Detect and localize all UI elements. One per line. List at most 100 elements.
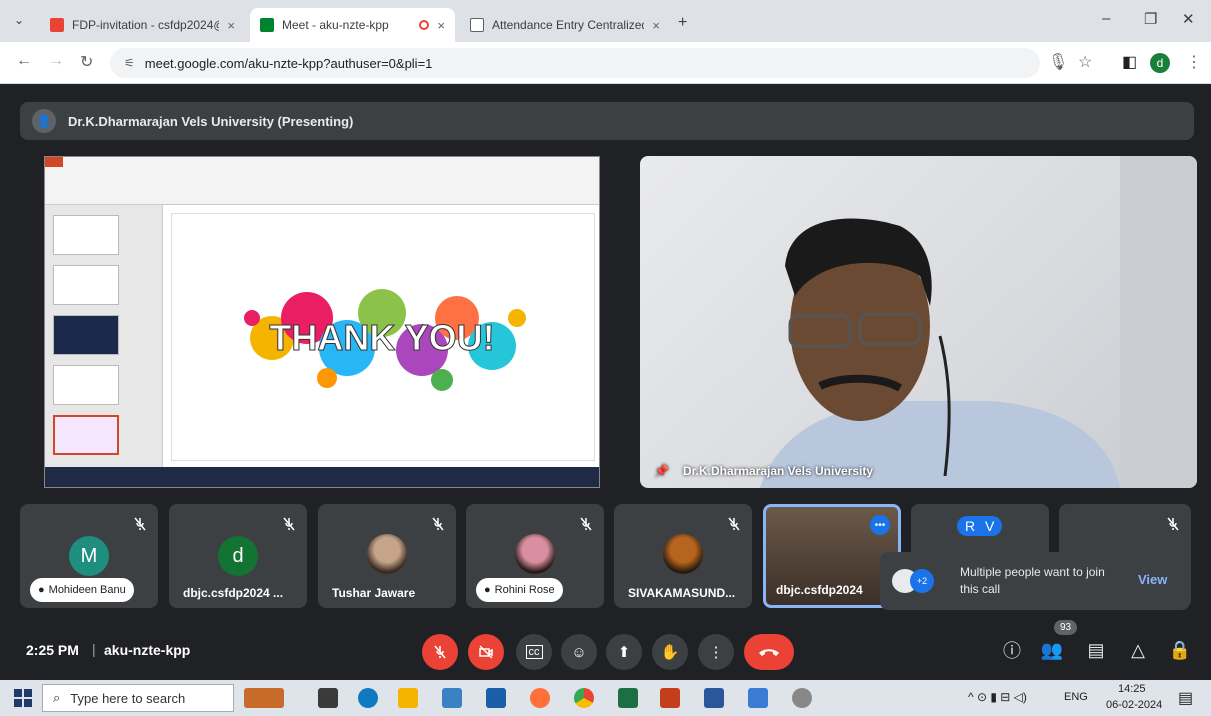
site-settings-icon[interactable]: ⚟ (124, 56, 135, 70)
chrome-icon[interactable] (574, 688, 594, 708)
close-window-icon[interactable]: ✕ (1182, 10, 1195, 28)
excel-icon[interactable] (618, 688, 638, 708)
reload-icon[interactable]: ↻ (80, 52, 93, 72)
menu-icon[interactable]: ⋮ (1186, 52, 1202, 72)
meeting-info-icon[interactable]: ⓘ (1000, 638, 1024, 662)
tab-attendance[interactable]: Attendance Entry Centralized × (460, 8, 670, 42)
app-icon[interactable] (792, 688, 812, 708)
forward-icon[interactable]: → (48, 52, 64, 70)
firefox-icon[interactable] (530, 688, 550, 708)
activities-icon[interactable]: △ (1126, 638, 1150, 662)
powerpoint-icon[interactable] (660, 688, 680, 708)
mic-toggle-button[interactable] (422, 634, 458, 670)
more-options-button[interactable]: ⋮ (698, 634, 734, 670)
tab-gmail[interactable]: FDP-invitation - csfdp2024@g × (40, 8, 245, 42)
end-call-icon (759, 649, 779, 656)
chat-icon[interactable]: ▤ (1084, 638, 1108, 662)
taskbar-search[interactable]: ⌕ Type here to search (42, 684, 234, 712)
paint-icon[interactable] (748, 688, 768, 708)
shared-taskbar (45, 467, 599, 487)
presenter-avatar: 👤 (32, 109, 56, 133)
current-slide: THANK YOU! (171, 213, 595, 461)
participant-count-badge: 93 (1054, 620, 1078, 635)
captions-button[interactable]: cc (516, 634, 552, 670)
word-icon[interactable] (704, 688, 724, 708)
participant-name-pill: ● Mohideen Banu (30, 578, 134, 602)
reactions-button[interactable]: ☺ (561, 634, 597, 670)
mic-off-icon (728, 517, 740, 531)
popup-message: Multiple people want to join this call (960, 565, 1105, 596)
clock-date[interactable]: 06-02-2024 (1106, 699, 1162, 711)
search-placeholder: Type here to search (70, 690, 186, 706)
system-tray-icons[interactable]: ^ ⊙ ▮ ⊟ ◁) (968, 690, 1027, 704)
participant-photo (367, 534, 407, 574)
slide-thumbnails (45, 205, 163, 467)
participant-tile[interactable]: SIVAKAMASUND... (614, 504, 752, 608)
host-controls-icon[interactable]: 🔒 (1168, 638, 1192, 662)
task-view-icon[interactable] (318, 688, 338, 708)
present-button[interactable]: ⬆ (606, 634, 642, 670)
presenter-bar: 👤 Dr.K.Dharmarajan Vels University (Pres… (20, 102, 1194, 140)
presenting-label: Dr.K.Dharmarajan Vels University (Presen… (68, 113, 354, 129)
new-tab-button[interactable]: + (678, 14, 687, 32)
recording-icon (419, 20, 430, 30)
restore-icon[interactable]: ❐ (1144, 10, 1157, 28)
address-bar[interactable]: ⚟ meet.google.com/aku-nzte-kpp?authuser=… (110, 48, 1040, 78)
close-tab-icon[interactable]: × (227, 18, 235, 33)
join-request-popup: +2 Multiple people want to join this cal… (880, 552, 1190, 610)
pin-icon[interactable]: 📌 (654, 464, 669, 478)
participant-tile[interactable]: Tushar Jaware (318, 504, 456, 608)
participant-name: SIVAKAMASUND... (628, 586, 736, 600)
profile-avatar[interactable]: d (1150, 53, 1170, 73)
file-explorer-icon[interactable] (398, 688, 418, 708)
raise-hand-button[interactable]: ✋ (652, 634, 688, 670)
gmail-icon (50, 18, 64, 32)
url-text[interactable]: meet.google.com/aku-nzte-kpp?authuser=0&… (145, 56, 433, 71)
tab-title: Attendance Entry Centralized (492, 18, 645, 32)
participant-tile[interactable]: d dbjc.csfdp2024 ... (169, 504, 307, 608)
language-indicator[interactable]: ENG (1064, 691, 1088, 703)
person-icon: ● (38, 584, 45, 596)
minimize-icon[interactable]: – (1102, 10, 1110, 27)
close-tab-icon[interactable]: × (437, 18, 445, 33)
mic-off-icon (580, 517, 592, 531)
mic-icon[interactable]: 🎙 (1048, 52, 1068, 72)
browser-tab-strip: ⌄ FDP-invitation - csfdp2024@g × Meet - … (0, 0, 1211, 42)
screen-share[interactable]: THANK YOU! (44, 156, 600, 488)
mic-off-icon (134, 517, 146, 531)
tab-title: FDP-invitation - csfdp2024@g (72, 18, 220, 32)
present-icon: ⬆ (617, 644, 631, 661)
close-tab-icon[interactable]: × (652, 18, 660, 33)
tab-search-button[interactable]: ⌄ (14, 13, 24, 27)
participant-photo (515, 534, 555, 574)
ppt-ribbon (45, 157, 599, 205)
clock-time[interactable]: 14:25 (1118, 683, 1146, 695)
participant-avatar: M (69, 536, 109, 576)
captions-icon: cc (525, 645, 543, 659)
bookmark-star-icon[interactable]: ☆ (1078, 52, 1092, 72)
side-panel-icon[interactable]: ◧ (1122, 52, 1137, 72)
mic-off-icon (432, 517, 444, 531)
windows-start-icon[interactable] (14, 689, 32, 707)
slide-text: THANK YOU! (269, 317, 494, 358)
taskbar-app-icon[interactable] (244, 688, 284, 708)
participant-tile[interactable]: M ● Mohideen Banu (20, 504, 158, 608)
participant-name: dbjc.csfdp2024 (776, 583, 863, 597)
people-icon[interactable]: 👥 (1040, 638, 1064, 662)
tab-meet[interactable]: Meet - aku-nzte-kpp × (250, 8, 455, 42)
camera-off-icon (479, 645, 493, 659)
participant-name: dbjc.csfdp2024 ... (183, 586, 284, 600)
camera-name-label: 📌 Dr.K.Dharmarajan Vels University (654, 464, 874, 478)
mail-icon[interactable] (486, 688, 506, 708)
back-icon[interactable]: ← (16, 52, 32, 70)
leave-call-button[interactable] (744, 634, 794, 670)
edge-icon[interactable] (358, 688, 378, 708)
presenter-camera[interactable]: 📌 Dr.K.Dharmarajan Vels University (640, 156, 1197, 488)
notifications-icon[interactable]: ▤ (1178, 688, 1193, 708)
presenter-video (760, 156, 1197, 488)
view-button[interactable]: View (1138, 572, 1167, 587)
camera-toggle-button[interactable] (468, 634, 504, 670)
store-icon[interactable] (442, 688, 462, 708)
participant-tile[interactable]: ● Rohini Rose (466, 504, 604, 608)
participant-avatar: d (218, 536, 258, 576)
